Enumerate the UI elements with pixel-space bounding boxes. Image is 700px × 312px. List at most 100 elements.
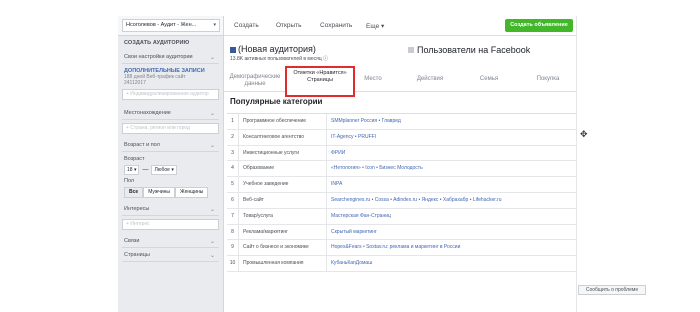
row-number: 5 bbox=[227, 177, 239, 192]
row-category: Инвестиционные услуги bbox=[239, 145, 327, 161]
toolbar: Создать Открыть Сохранить Еще ▾ Создать … bbox=[224, 16, 576, 36]
row-category: Веб-сайт bbox=[239, 192, 327, 208]
popular-categories-title: Популярные категории bbox=[230, 97, 323, 106]
row-pages[interactable]: Мастерская Фан-Страниц bbox=[327, 209, 576, 224]
table-row: 3 Инвестиционные услуги ФРИИ bbox=[227, 145, 576, 162]
audience-count: 13.8K активных пользователей в месяц ⓘ bbox=[230, 56, 329, 62]
age-gender-dropdown[interactable]: Возраст и пол ⌄ bbox=[122, 140, 219, 152]
location-label: Местонахождение bbox=[124, 110, 171, 116]
row-category: Товар/услуга bbox=[239, 208, 327, 224]
row-category: Учебное заведение bbox=[239, 177, 327, 192]
row-number: 6 bbox=[227, 192, 239, 208]
row-number: 7 bbox=[227, 208, 239, 224]
gender-toggle: Все Мужчины Женщины bbox=[124, 187, 217, 198]
tab-household[interactable]: Семья bbox=[474, 76, 504, 83]
own-settings-label: Свои настройки аудитории bbox=[124, 54, 193, 60]
chevron-down-icon: ⌄ bbox=[209, 55, 215, 61]
chevron-down-icon: ⌄ bbox=[209, 143, 215, 149]
gender-male-button[interactable]: Мужчины bbox=[143, 187, 176, 198]
chevron-down-icon: ⌄ bbox=[209, 253, 215, 259]
extra-records-date: 24112017 bbox=[124, 80, 146, 86]
table-row: 6 Веб-сайт Searchengines.ru • Cossa • Adin… bbox=[227, 192, 576, 209]
table-row: 1 Программное обеспечение SMMplanner Росси… bbox=[227, 114, 576, 130]
table-row: 2 Консалтинговое агентство IT-Agency • PRU… bbox=[227, 129, 576, 146]
custom-audience-input[interactable]: + Индивидуализированная аудитор bbox=[122, 89, 219, 100]
connections-label: Связи bbox=[124, 238, 140, 244]
account-select[interactable]: Нсоголевов - Аудит - Жен... ▾ bbox=[122, 19, 220, 32]
tab-demographics[interactable]: Демографические данные bbox=[226, 74, 284, 88]
connections-dropdown[interactable]: Связи ⌄ bbox=[122, 236, 219, 248]
create-ad-button[interactable]: Создать объявление bbox=[505, 19, 573, 32]
facebook-title: Пользователи на Facebook bbox=[417, 45, 531, 55]
age-from-select[interactable]: 18 ▾ bbox=[124, 165, 140, 175]
insights-window: Нсоголевов - Аудит - Жен... ▾ СОЗДАТЬ АУ… bbox=[0, 0, 700, 312]
row-number: 1 bbox=[227, 114, 239, 129]
move-cursor-icon: ✥ bbox=[580, 129, 588, 139]
row-number: 8 bbox=[227, 224, 239, 240]
row-category: Реклама/маркетинг bbox=[239, 224, 327, 240]
row-category: Промышленная компания bbox=[239, 256, 327, 271]
own-settings-dropdown[interactable]: Свои настройки аудитории ⌄ bbox=[122, 52, 219, 64]
table-row: 8 Реклама/маркетинг Скрытый маркетинг bbox=[227, 224, 576, 241]
row-pages[interactable]: КубаньКапДомаш bbox=[327, 256, 576, 271]
row-category: Консалтинговое агентство bbox=[239, 129, 327, 145]
row-pages[interactable]: INPA bbox=[327, 177, 576, 192]
categories-table: 1 Программное обеспечение SMMplanner Росси… bbox=[227, 113, 576, 272]
interests-label: Интересы bbox=[124, 206, 150, 212]
table-row: 5 Учебное заведение INPA bbox=[227, 177, 576, 193]
divider bbox=[576, 16, 577, 312]
pages-label: Страницы bbox=[124, 252, 150, 258]
save-button[interactable]: Сохранить bbox=[320, 22, 352, 29]
gender-female-button[interactable]: Женщины bbox=[175, 187, 209, 198]
tab-page-likes[interactable]: Отметки «Нравится» Страницы bbox=[285, 66, 355, 97]
row-pages[interactable]: Hopes&Fears • Sostav.ru: реклама и марке… bbox=[327, 240, 576, 255]
gender-all-button[interactable]: Все bbox=[124, 187, 144, 198]
report-problem-button[interactable]: Сообщить о проблеме bbox=[578, 285, 646, 295]
age-dash: — bbox=[142, 167, 149, 173]
row-category: Образование bbox=[239, 161, 327, 177]
comparison-header: (Новая аудитория) 13.8K активных пользов… bbox=[224, 37, 576, 65]
row-category: Сайт о бизнесе и экономике bbox=[239, 240, 327, 256]
row-pages[interactable]: «Нетология» • Icon • Бизнес Молодость bbox=[327, 161, 576, 176]
tab-activity[interactable]: Действия bbox=[410, 76, 450, 83]
row-pages[interactable]: SMMplanner Россия • Главред bbox=[327, 114, 576, 129]
audience-title: (Новая аудитория) bbox=[238, 44, 316, 54]
audience-color-square bbox=[230, 47, 236, 53]
row-number: 3 bbox=[227, 145, 239, 161]
table-row: 7 Товар/услуга Мастерская Фан-Страниц bbox=[227, 208, 576, 225]
account-bar: Нсоголевов - Аудит - Жен... ▾ bbox=[118, 16, 223, 36]
create-audience-header: СОЗДАТЬ АУДИТОРИЮ bbox=[124, 40, 190, 46]
insights-tabs: Демографические данные Отметки «Нравится… bbox=[224, 66, 576, 97]
chevron-down-icon: ⌄ bbox=[209, 207, 215, 213]
more-menu-button[interactable]: Еще ▾ bbox=[366, 22, 384, 30]
row-pages[interactable]: Скрытый маркетинг bbox=[327, 225, 576, 240]
table-row: 10 Промышленная компания КубаньКапДомаш bbox=[227, 256, 576, 272]
extra-records-block: ДОПОЛНИТЕЛЬНЫЕ ЗАПИСИ 188 дней Веб-трафи… bbox=[124, 68, 217, 86]
gender-label: Пол bbox=[124, 178, 135, 184]
table-row: 9 Сайт о бизнесе и экономике Hopes&Fears •… bbox=[227, 240, 576, 257]
interests-input[interactable]: + Интерес bbox=[122, 219, 219, 230]
pages-dropdown[interactable]: Страницы ⌄ bbox=[122, 250, 219, 262]
open-button[interactable]: Открыть bbox=[276, 22, 302, 29]
interests-dropdown[interactable]: Интересы ⌄ bbox=[122, 204, 219, 216]
age-to-select[interactable]: Любое ▾ bbox=[151, 165, 177, 175]
row-pages[interactable]: IT-Agency • PRUFFI bbox=[327, 130, 576, 145]
chevron-down-icon: ⌄ bbox=[209, 111, 215, 117]
age-label: Возраст bbox=[124, 156, 145, 162]
tab-location[interactable]: Место bbox=[358, 76, 388, 83]
row-category: Программное обеспечение bbox=[239, 114, 327, 129]
row-number: 9 bbox=[227, 240, 239, 256]
location-dropdown[interactable]: Местонахождение ⌄ bbox=[122, 108, 219, 120]
age-gender-label: Возраст и пол bbox=[124, 142, 160, 148]
location-input[interactable]: + Страна, регион или город bbox=[122, 123, 219, 134]
age-range: 18 ▾ — Любое ▾ bbox=[118, 164, 223, 176]
account-select-label: Нсоголевов - Аудит - Жен... bbox=[126, 22, 197, 28]
chevron-down-icon: ⌄ bbox=[209, 239, 215, 245]
row-pages[interactable]: Searchengines.ru • Cossa • Adindex.ru • … bbox=[327, 193, 576, 208]
row-pages[interactable]: ФРИИ bbox=[327, 146, 576, 161]
row-number: 4 bbox=[227, 161, 239, 177]
tab-purchase[interactable]: Покупка bbox=[530, 76, 566, 83]
row-number: 10 bbox=[227, 256, 239, 271]
chevron-down-icon: ▾ bbox=[213, 22, 216, 28]
create-button[interactable]: Создать bbox=[234, 22, 259, 29]
